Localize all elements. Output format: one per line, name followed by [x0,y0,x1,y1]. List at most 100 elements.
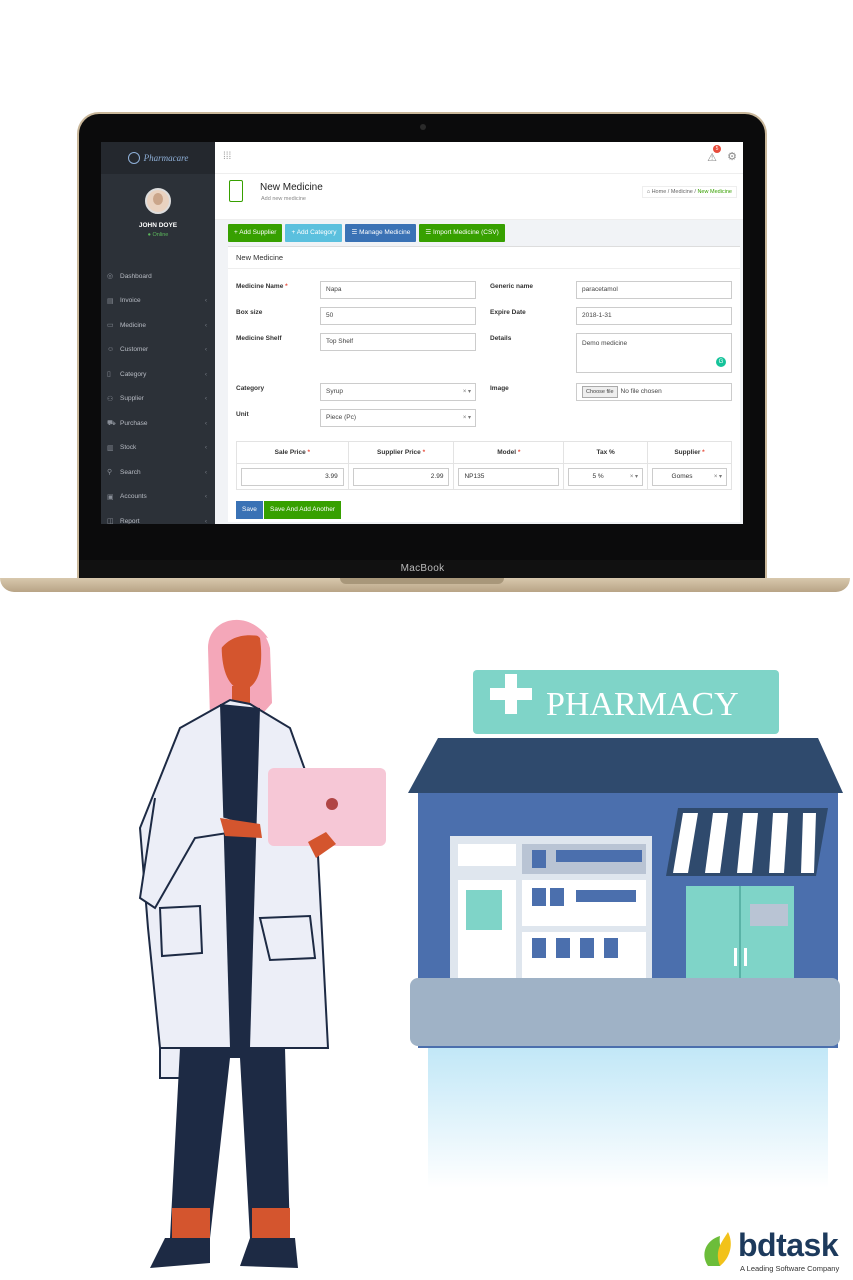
action-bar: + Add Supplier + Add Category ☰ Manage Med… [228,224,505,242]
action-button-1[interactable]: + Add Category [285,224,343,242]
sidebar-item-customer[interactable]: ☺ Customer ‹ [101,338,215,363]
sidebar-item-dashboard[interactable]: ◎ Dashboard [101,264,215,289]
laptop-notch [340,578,504,584]
col-tax: Tax % [563,441,649,464]
sidebar-item-accounts[interactable]: ▣ Accounts ‹ [101,485,215,510]
chevron-left-icon: ‹ [204,468,207,476]
action-button-2[interactable]: ☰ Manage Medicine [345,224,417,242]
top-bar: ⁞⁞⁞ ⚠ 5 ⚙ [215,142,743,174]
details-textarea[interactable]: Demo medicine G [576,333,732,373]
sidebar-item-purchase[interactable]: ⛟ Purchase ‹ [101,411,215,436]
sidebar-item-label: Customer [120,346,149,354]
chevron-left-icon: ‹ [204,395,207,403]
store-sign-text: PHARMACY [546,686,739,723]
sidebar-item-category[interactable]: ▯ Category ‹ [101,362,215,387]
breadcrumb-current: New Medicine [697,189,732,195]
sidebar-item-search[interactable]: ⚲ Search ‹ [101,460,215,485]
camera-icon [420,124,426,130]
page-header: New Medicine Add new medicine ⌂ Home / M… [215,174,743,220]
user-name: JOHN DOYE [138,222,178,229]
main-content: New Medicine Add new medicine ⌂ Home / M… [215,174,743,524]
app-screen: Pharmacare JOHN DOYE ● Online ◎ Dashboard… [101,142,743,524]
generic-name-input[interactable]: paracetamol [576,281,732,299]
grammarly-icon[interactable]: G [716,357,726,367]
choose-file-button[interactable]: Choose file [582,386,618,398]
file-status: No file chosen [620,388,662,395]
box-size-label: Box size [236,309,263,316]
model-input[interactable]: NP135 [458,467,560,486]
chevron-left-icon: ‹ [204,517,207,524]
pharmacare-logo-icon [127,152,140,164]
breadcrumb-home[interactable]: Home [652,189,667,195]
sidebar-item-label: Stock [120,444,137,452]
breadcrumb: ⌂ Home / Medicine / New Medicine [641,186,737,198]
bdtask-logo: bdtask A Leading Software Company [700,1228,850,1276]
device-label: MacBook [400,563,445,574]
medicine-shelf-input[interactable]: Top Shelf [320,333,476,351]
category-icon: ▯ [107,371,111,379]
sidebar-item-supplier[interactable]: ⚇ Supplier ‹ [101,387,215,412]
brand-name: Pharmacare [143,153,189,163]
medicine-shelf-label: Medicine Shelf [236,335,282,342]
sale-price-input[interactable]: 3.99 [241,467,344,486]
search-icon: ⚲ [107,469,113,477]
sidebar-item-label: Supplier [120,395,144,403]
sidebar-item-label: Dashboard [120,272,152,280]
medicine-name-input[interactable]: Napa [320,281,476,299]
panel-title: New Medicine [228,247,740,269]
chevron-left-icon: ‹ [204,321,207,329]
pharmacy-store-illustration: PHARMACY [408,670,843,1188]
promo-canvas: MacBook Pharmacare JOHN DOYE ● Online ◎ D… [0,0,853,1280]
image-file-input[interactable]: Choose file No file chosen [576,383,732,401]
details-label: Details [490,335,512,342]
stock-icon: ▥ [107,444,114,452]
bdtask-name: bdtask [738,1227,839,1263]
accounts-icon: ▣ [107,493,114,501]
category-select[interactable]: Syrup [320,383,476,401]
supplier-select[interactable]: Gomes [652,467,727,486]
expire-date-input[interactable]: 2018-1-31 [576,307,732,325]
sidebar-item-label: Search [120,468,141,476]
action-button-0[interactable]: + Add Supplier [228,224,283,242]
unit-select[interactable]: Piece (Pc) [320,409,476,427]
purchase-icon: ⛟ [107,419,116,427]
avatar[interactable] [145,188,171,214]
sidebar-item-stock[interactable]: ▥ Stock ‹ [101,436,215,461]
sidebar-item-label: Accounts [120,493,147,501]
save-button[interactable]: Save [236,501,263,519]
sidebar-item-label: Purchase [120,419,148,427]
col-supplier-price: Supplier Price * [347,441,455,464]
expire-date-label: Expire Date [490,309,526,316]
form-panel: New Medicine Medicine Name * Napa Generi… [228,246,740,522]
action-button-3[interactable]: ☰ Import Medicine (CSV) [419,224,505,242]
brand-logo[interactable]: Pharmacare [101,142,215,174]
settings-icon[interactable]: ⚙ [727,150,737,163]
sidebar: Pharmacare JOHN DOYE ● Online ◎ Dashboard… [101,142,215,524]
sidebar-item-medicine[interactable]: ▭ Medicine ‹ [101,313,215,338]
sidebar-item-invoice[interactable]: ▤ Invoice ‹ [101,289,215,314]
grid-menu-icon[interactable]: ⁞⁞⁞ [223,151,231,162]
medicine-name-label: Medicine Name * [236,283,288,290]
page-title: New Medicine [260,182,323,193]
bdtask-tagline: A Leading Software Company [740,1264,840,1273]
price-table: Sale Price * Supplier Price * Model * Ta… [236,441,732,490]
sidebar-item-label: Invoice [120,297,141,305]
box-size-input[interactable]: 50 [320,307,476,325]
user-status: ● Online [147,232,169,238]
price-table-header: Sale Price * Supplier Price * Model * Ta… [236,441,732,464]
breadcrumb-section[interactable]: Medicine [671,189,693,195]
page-subtitle: Add new medicine [261,196,306,202]
user-profile: JOHN DOYE ● Online [101,174,215,264]
category-label: Category [236,385,265,392]
alert-count-badge: 5 [713,145,721,153]
unit-label: Unit [236,411,249,418]
medicine-icon: ▭ [107,322,114,330]
col-sale-price: Sale Price * [236,441,349,464]
generic-name-label: Generic name [490,283,533,290]
sidebar-item-report[interactable]: ◫ Report ‹ [101,509,215,524]
supplier-price-input[interactable]: 2.99 [352,467,450,486]
invoice-icon: ▤ [107,297,114,305]
chevron-left-icon: ‹ [204,444,207,452]
save-and-add-another-button[interactable]: Save And Add Another [264,501,342,519]
tax-select[interactable]: 5 % [568,467,644,486]
